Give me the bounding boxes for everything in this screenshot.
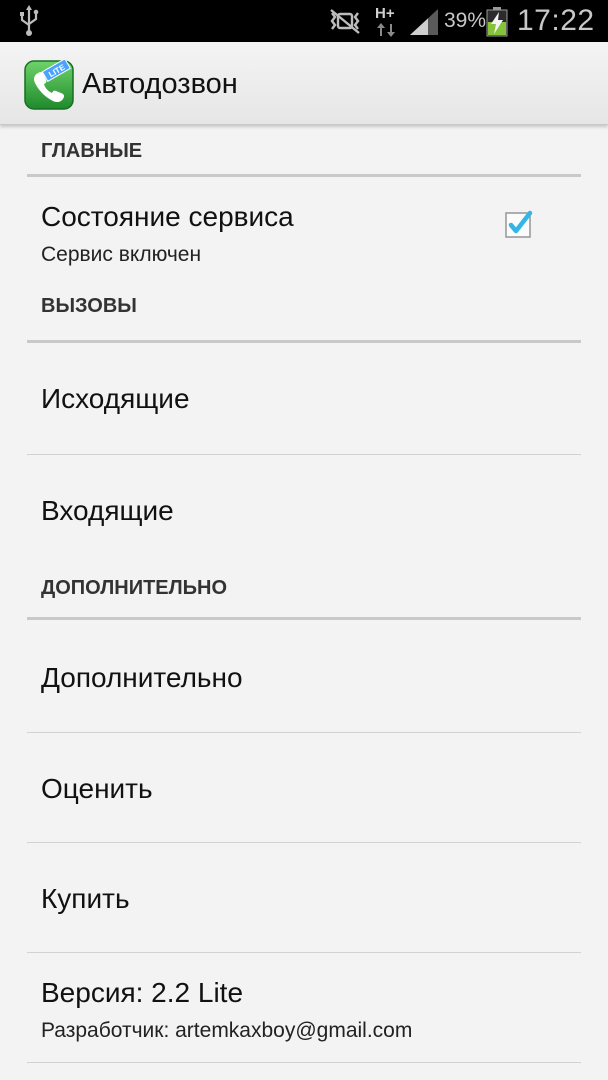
pref-title: Дополнительно <box>41 662 243 693</box>
pref-title: Купить <box>41 883 130 914</box>
section-header-label: ДОПОЛНИТЕЛЬНО <box>41 577 228 599</box>
signal-icon <box>410 9 438 35</box>
status-bar: H+ 39% 17:22 <box>0 0 608 42</box>
phone-app-icon[interactable]: LITE <box>24 60 74 110</box>
pref-outgoing[interactable]: Исходящие <box>27 343 581 455</box>
pref-title: Версия: 2.2 Lite <box>41 977 244 1008</box>
clock: 17:22 <box>517 4 595 37</box>
network-indicator: H+ <box>375 5 401 39</box>
battery-percent: 39% <box>444 9 487 32</box>
section-header-calls: ВЫЗОВЫ <box>27 289 581 343</box>
pref-title: Исходящие <box>41 383 190 414</box>
pref-service-status[interactable]: Состояние сервиса Сервис включен <box>27 177 581 289</box>
service-checkbox[interactable] <box>505 210 533 238</box>
pref-summary: Сервис включен <box>41 243 202 266</box>
pref-title: Оценить <box>41 773 153 804</box>
mute-icon <box>330 9 360 34</box>
pref-rate[interactable]: Оценить <box>27 733 581 843</box>
preferences-list: ГЛАВНЫЕ Состояние сервиса Сервис включен… <box>0 125 608 1063</box>
pref-buy[interactable]: Купить <box>27 843 581 953</box>
section-header-label: ВЫЗОВЫ <box>41 295 137 317</box>
pref-incoming[interactable]: Входящие <box>27 455 581 563</box>
action-bar: LITE Автодозвон <box>0 42 608 125</box>
pref-additional[interactable]: Дополнительно <box>27 620 581 733</box>
pref-title: Входящие <box>41 495 174 526</box>
section-header-extra: ДОПОЛНИТЕЛЬНО <box>27 563 581 620</box>
network-type-label: H+ <box>375 5 395 22</box>
app-title: Автодозвон <box>82 68 238 100</box>
pref-title: Состояние сервиса <box>41 201 294 232</box>
pref-version[interactable]: Версия: 2.2 Lite Разработчик: artemkaxbo… <box>27 953 581 1063</box>
section-header-label: ГЛАВНЫЕ <box>41 140 143 162</box>
usb-icon <box>20 5 39 36</box>
section-header-main: ГЛАВНЫЕ <box>27 125 581 177</box>
network-arrows-icon <box>377 23 395 37</box>
pref-summary: Разработчик: artemkaxboy@gmail.com <box>41 1019 413 1042</box>
battery-charging-icon <box>486 7 508 37</box>
